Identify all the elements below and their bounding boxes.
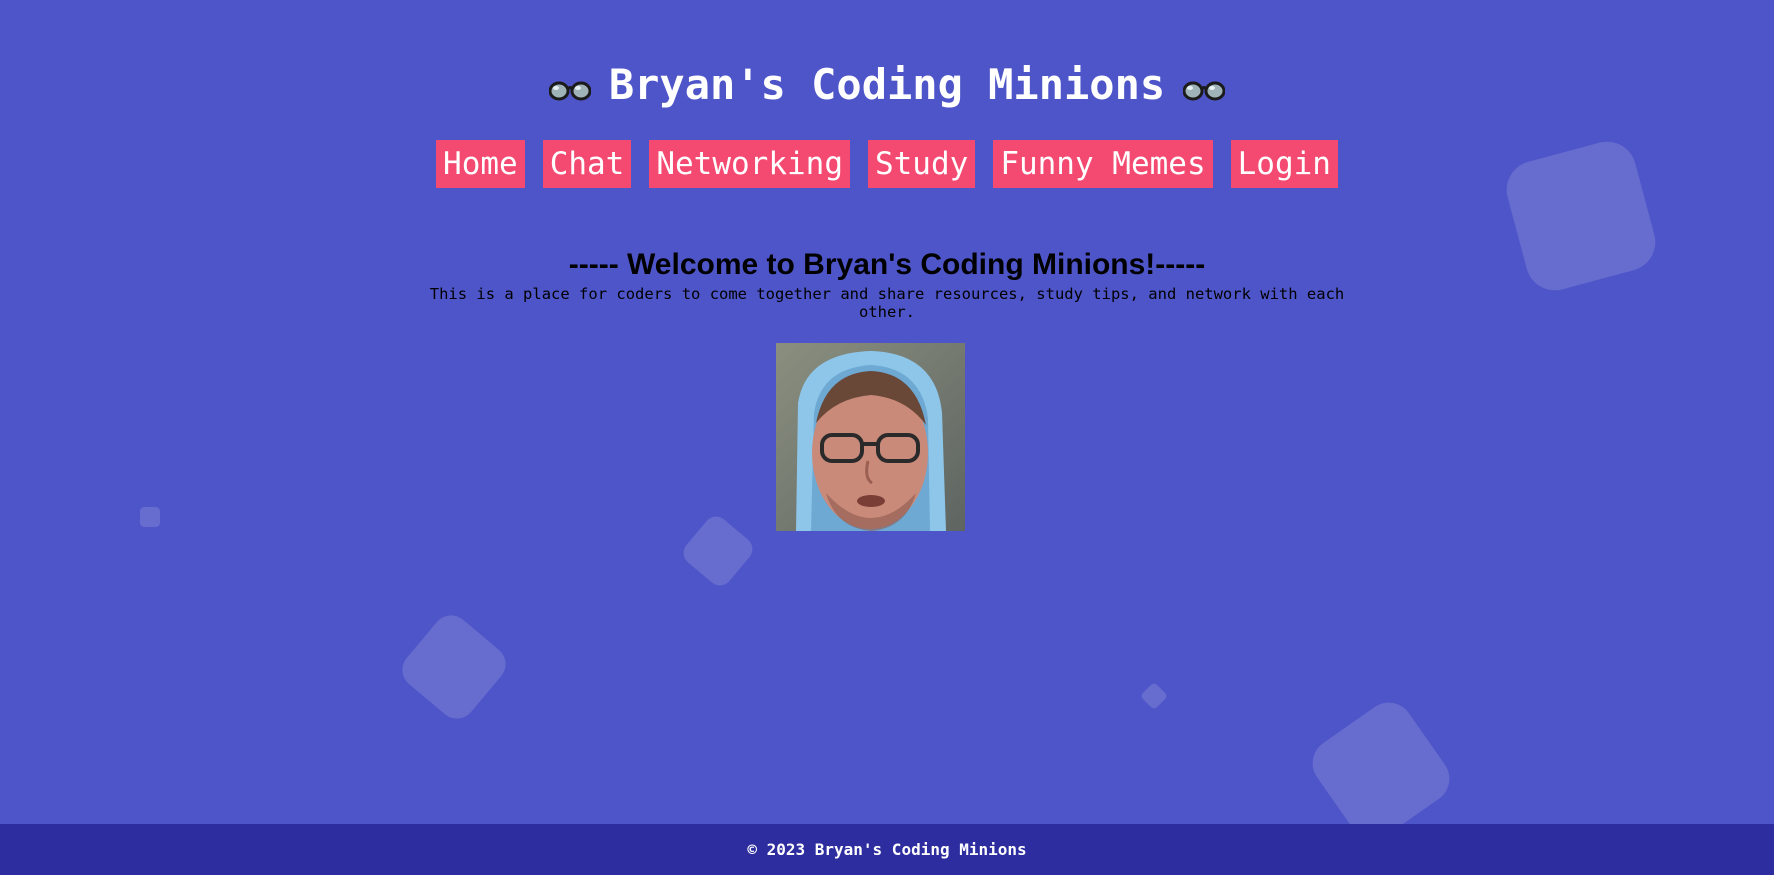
nav-home[interactable]: Home [436,140,525,188]
background-shape [394,607,514,727]
glasses-icon [1182,53,1226,123]
site-footer: © 2023 Bryan's Coding Minions [0,824,1774,875]
nav-funny-memes[interactable]: Funny Memes [993,140,1213,188]
background-shape [1139,681,1169,711]
background-shape [140,507,160,527]
background-shape [678,511,758,591]
site-title-text: Bryan's Coding Minions [608,60,1166,109]
main-nav: Home Chat Networking Study Funny Memes L… [0,140,1774,188]
welcome-description: This is a place for coders to come toget… [429,285,1345,321]
nav-study[interactable]: Study [867,140,976,188]
site-title: Bryan's Coding Minions [0,50,1774,123]
welcome-section: ----- Welcome to Bryan's Coding Minions!… [0,245,1774,321]
footer-copyright: © 2023 Bryan's Coding Minions [747,840,1027,859]
nav-networking[interactable]: Networking [649,140,850,188]
nav-chat[interactable]: Chat [542,140,632,188]
welcome-heading: ----- Welcome to Bryan's Coding Minions!… [568,248,1206,281]
nav-login[interactable]: Login [1230,140,1338,188]
site-header: Bryan's Coding Minions [0,50,1774,123]
profile-photo [776,343,965,531]
glasses-icon [548,53,592,123]
